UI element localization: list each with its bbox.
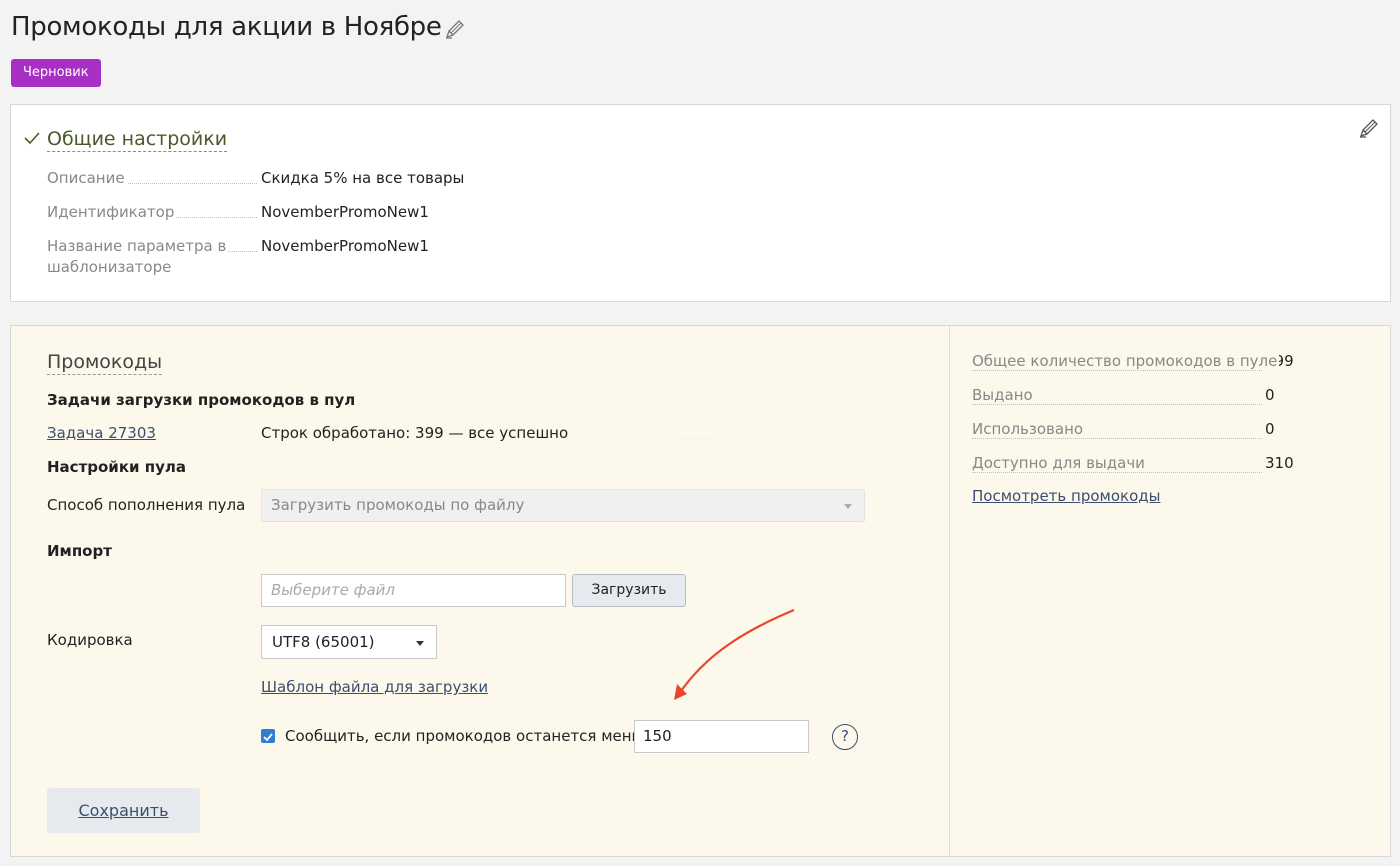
encoding-value: UTF8 (65001) bbox=[272, 633, 375, 651]
task-status: Строк обработано: 399 — все успешно bbox=[261, 424, 569, 442]
description-label: Описание bbox=[47, 169, 127, 187]
notify-threshold-input[interactable]: 150 bbox=[634, 720, 809, 753]
pencil-icon[interactable] bbox=[444, 18, 466, 40]
page-title-text: Промокоды для акции в Ноябре bbox=[11, 12, 442, 42]
total-codes-label: Общее количество промокодов в пуле bbox=[972, 352, 1280, 370]
checkmark-icon bbox=[263, 733, 273, 742]
annotation-arrow-icon bbox=[674, 608, 795, 700]
identifier-label: Идентификатор bbox=[47, 203, 177, 221]
refill-method-label: Способ пополнения пула bbox=[47, 496, 246, 514]
issued-label: Выдано bbox=[972, 386, 1035, 404]
file-input[interactable]: Выберите файл bbox=[261, 574, 566, 607]
upload-button[interactable]: Загрузить bbox=[572, 574, 686, 607]
chevron-down-icon bbox=[416, 641, 424, 646]
template-file-link[interactable]: Шаблон файла для загрузки bbox=[261, 678, 488, 696]
refill-method-value: Загрузить промокоды по файлу bbox=[271, 496, 525, 514]
chevron-down-icon bbox=[844, 504, 852, 509]
encoding-label: Кодировка bbox=[47, 631, 133, 649]
task-link[interactable]: Задача 27303 bbox=[47, 424, 156, 442]
used-label: Использовано bbox=[972, 420, 1086, 438]
general-settings-title[interactable]: Общие настройки bbox=[47, 127, 228, 152]
description-value: Скидка 5% на все товары bbox=[261, 169, 465, 187]
check-icon bbox=[24, 132, 40, 145]
notify-checkbox[interactable] bbox=[261, 729, 275, 743]
tasks-heading: Задачи загрузки промокодов в пул bbox=[47, 391, 356, 409]
template-param-value: NovemberPromoNew1 bbox=[261, 237, 429, 255]
pool-settings-heading: Настройки пула bbox=[47, 458, 186, 476]
encoding-select[interactable]: UTF8 (65001) bbox=[261, 625, 437, 659]
general-settings-card: Общие настройки Описание Скидка 5% на вс… bbox=[10, 104, 1391, 302]
status-badge: Черновик bbox=[11, 59, 101, 87]
divider bbox=[640, 433, 760, 434]
view-codes-link[interactable]: Посмотреть промокоды bbox=[972, 487, 1160, 505]
save-button[interactable]: Сохранить bbox=[47, 788, 200, 833]
promocodes-card: Промокоды Задачи загрузки промокодов в п… bbox=[10, 325, 1391, 857]
promocodes-title[interactable]: Промокоды bbox=[47, 350, 163, 375]
promocodes-main-panel: Промокоды Задачи загрузки промокодов в п… bbox=[11, 326, 950, 856]
edit-pencil-icon[interactable] bbox=[1358, 117, 1380, 139]
question-icon[interactable]: ? bbox=[832, 724, 858, 750]
refill-method-select: Загрузить промокоды по файлу bbox=[261, 489, 865, 522]
issued-value: 0 bbox=[1265, 386, 1275, 404]
notify-label: Сообщить, если промокодов останется мень… bbox=[285, 727, 664, 745]
used-value: 0 bbox=[1265, 420, 1275, 438]
available-label: Доступно для выдачи bbox=[972, 454, 1147, 472]
import-heading: Импорт bbox=[47, 542, 112, 560]
page-title: Промокоды для акции в Ноябре bbox=[11, 12, 466, 42]
available-value: 310 bbox=[1265, 454, 1294, 472]
identifier-value: NovemberPromoNew1 bbox=[261, 203, 429, 221]
template-param-label: Название параметра в шаблонизаторе bbox=[47, 237, 229, 276]
